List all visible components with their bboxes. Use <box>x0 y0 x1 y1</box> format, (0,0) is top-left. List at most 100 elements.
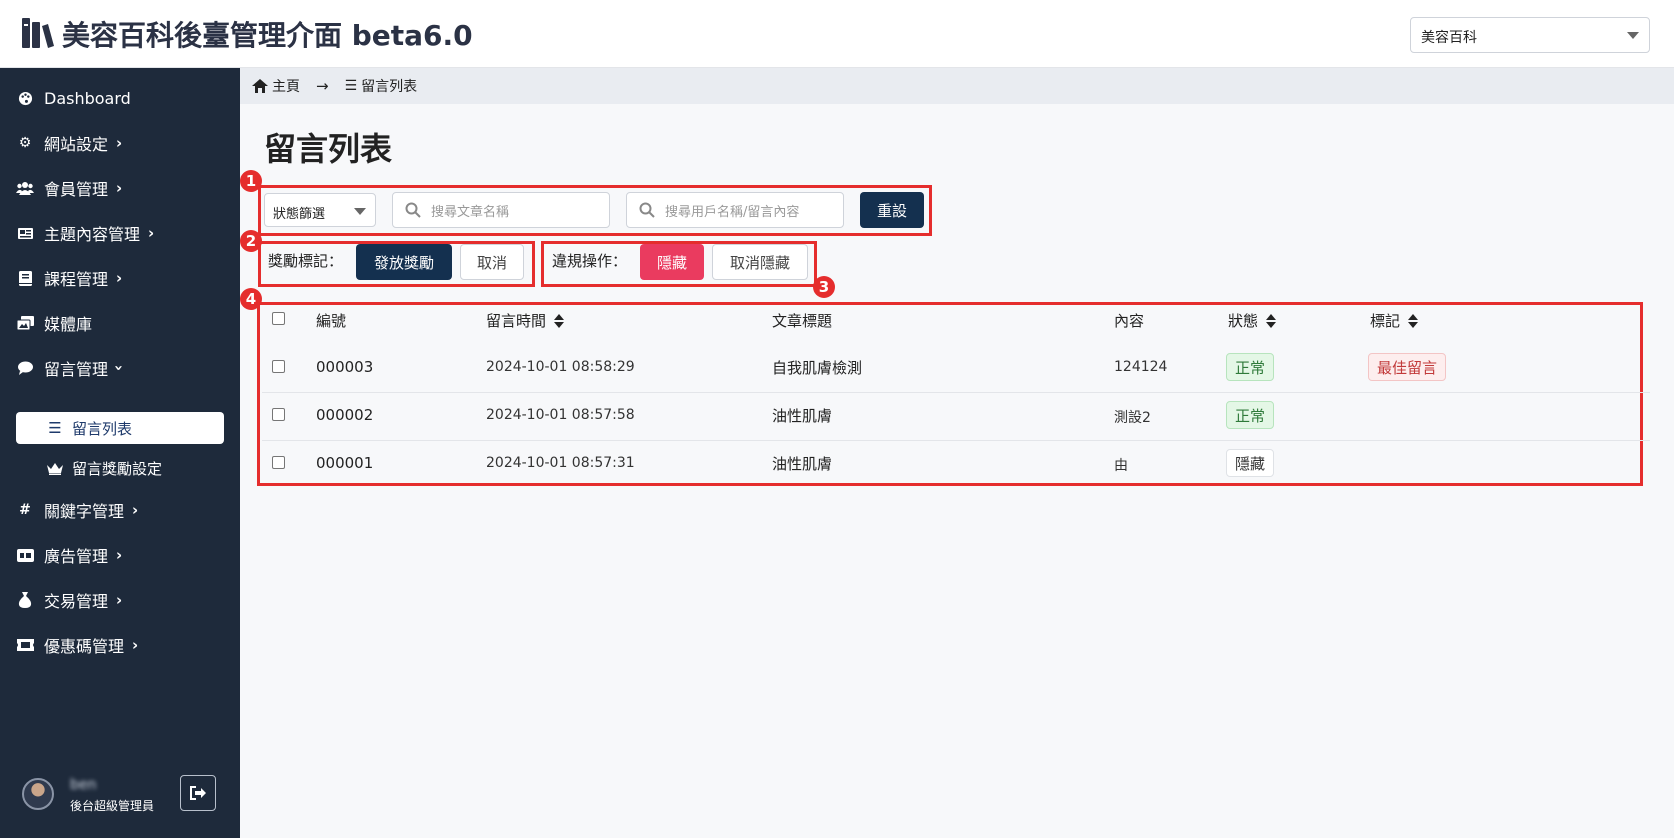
sidebar-item-label: 網站設定 <box>44 135 109 154</box>
sidebar-item-coupons[interactable]: 優惠碼管理 › <box>0 627 240 663</box>
column-header-mark[interactable]: 標記 <box>1370 310 1419 331</box>
annotation-badge: 3 <box>813 276 835 298</box>
search-icon <box>405 202 421 218</box>
sidebar-item-site-settings[interactable]: ⚙ 網站設定 › <box>0 125 240 161</box>
cell-content: 124124 <box>1114 359 1168 375</box>
comment-icon <box>16 359 34 377</box>
row-divider <box>262 440 1650 441</box>
chevron-right-icon: › <box>116 134 123 152</box>
give-reward-button[interactable]: 發放獎勵 <box>356 244 452 280</box>
arrow-right-icon: → <box>316 77 329 95</box>
hashtag-icon: # <box>19 502 31 518</box>
hide-button[interactable]: 隱藏 <box>640 244 704 280</box>
sidebar-item-keywords[interactable]: # 關鍵字管理 › <box>0 492 240 528</box>
row-checkbox[interactable] <box>272 456 285 469</box>
cell-article[interactable]: 自我肌膚檢測 <box>772 357 862 378</box>
row-checkbox[interactable] <box>272 360 285 373</box>
page-title: 留言列表 <box>264 130 393 168</box>
top-header: 美容百科後臺管理介面 beta6.0 美容百科 <box>0 0 1674 68</box>
column-header-time[interactable]: 留言時間 <box>486 310 565 331</box>
cancel-reward-button[interactable]: 取消 <box>460 244 524 280</box>
cell-content: 測設2 <box>1114 410 1151 426</box>
sidebar-item-label: 會員管理 <box>44 180 109 199</box>
breadcrumb-home[interactable]: 主頁 <box>272 76 300 96</box>
sidebar-item-label: 廣告管理 <box>44 547 109 566</box>
sidebar-item-label: 媒體庫 <box>44 315 93 334</box>
column-header-status[interactable]: 狀態 <box>1228 310 1277 331</box>
sidebar-item-label: 優惠碼管理 <box>44 637 125 656</box>
sort-icon[interactable] <box>1266 313 1277 329</box>
annotation-box-table <box>257 302 1643 486</box>
chevron-right-icon: › <box>132 501 139 519</box>
user-panel: ben 後台超級管理員 <box>22 773 222 819</box>
cell-time: 2024-10-01 08:57:58 <box>486 407 635 423</box>
logo-icon <box>22 18 54 48</box>
annotation-badge: 1 <box>240 170 262 192</box>
violation-label: 違規操作： <box>552 252 628 270</box>
user-search-input[interactable]: 搜尋用戶名稱/留言內容 <box>626 192 844 228</box>
logout-button[interactable] <box>180 775 216 811</box>
article-search-input[interactable]: 搜尋文章名稱 <box>392 192 610 228</box>
avatar <box>22 778 54 810</box>
sidebar-subitem-comment-list[interactable]: ☰ 留言列表 <box>16 412 224 444</box>
sidebar-item-media[interactable]: 媒體庫 <box>0 305 240 341</box>
sort-icon[interactable] <box>554 313 565 329</box>
money-bag-icon <box>16 591 34 609</box>
status-filter-select[interactable]: 狀態篩選 <box>264 193 376 227</box>
column-header-label: 狀態 <box>1228 312 1259 330</box>
mark-badge: 最佳留言 <box>1368 353 1447 381</box>
cell-id: 000003 <box>316 358 374 376</box>
sidebar-item-label: 交易管理 <box>44 592 109 611</box>
unhide-button[interactable]: 取消隱藏 <box>712 244 808 280</box>
gear-icon: ⚙ <box>18 135 32 151</box>
chevron-right-icon: › <box>116 179 123 197</box>
select-all-checkbox[interactable] <box>272 312 285 325</box>
app-title: 美容百科後臺管理介面 beta6.0 <box>62 19 473 52</box>
chevron-right-icon: › <box>132 636 139 654</box>
sidebar-item-members[interactable]: 會員管理 › <box>0 170 240 206</box>
site-select[interactable]: 美容百科 <box>1410 17 1650 53</box>
row-checkbox[interactable] <box>272 408 285 421</box>
article-search-placeholder: 搜尋文章名稱 <box>431 204 510 220</box>
column-header-label: 文章標題 <box>772 312 833 330</box>
annotation-badge: 2 <box>240 230 262 252</box>
palette-icon <box>16 89 34 107</box>
chevron-right-icon: › <box>116 546 123 564</box>
column-header-id: 編號 <box>316 310 346 331</box>
status-badge: 正常 <box>1226 353 1275 381</box>
sign-out-icon <box>190 786 206 800</box>
cell-id: 000002 <box>316 406 374 424</box>
sidebar-subitem-label: 留言獎勵設定 <box>72 459 163 478</box>
sidebar-item-dashboard[interactable]: Dashboard <box>0 80 240 116</box>
sidebar-item-content[interactable]: 主題內容管理 › <box>0 215 240 251</box>
sidebar-item-comments[interactable]: 留言管理 › <box>0 350 240 386</box>
sidebar-item-ads[interactable]: 廣告管理 › <box>0 537 240 573</box>
column-header-article: 文章標題 <box>772 310 832 331</box>
chevron-down-icon <box>1627 32 1639 39</box>
newspaper-icon <box>16 224 34 242</box>
sidebar: Dashboard ⚙ 網站設定 › 會員管理 › 主題內容管理 › 課程管理 … <box>0 68 240 838</box>
sidebar-item-label: Dashboard <box>44 88 131 108</box>
site-select-value: 美容百科 <box>1421 30 1477 46</box>
sidebar-item-label: 主題內容管理 <box>44 225 141 244</box>
book-icon <box>16 269 34 287</box>
column-header-label: 留言時間 <box>486 312 547 330</box>
chevron-right-icon: › <box>116 591 123 609</box>
sidebar-item-courses[interactable]: 課程管理 › <box>0 260 240 296</box>
sidebar-item-label: 課程管理 <box>44 270 109 289</box>
user-role: 後台超級管理員 <box>70 799 155 813</box>
sort-icon[interactable] <box>1408 313 1419 329</box>
crown-icon <box>46 462 64 475</box>
ticket-icon <box>16 636 34 654</box>
cell-content: 由 <box>1114 458 1128 474</box>
sidebar-subitem-comment-rewards[interactable]: 留言獎勵設定 <box>16 452 224 484</box>
cell-article[interactable]: 油性肌膚 <box>772 453 832 474</box>
sidebar-item-transactions[interactable]: 交易管理 › <box>0 582 240 618</box>
breadcrumb: 主頁 → ☰ 留言列表 <box>240 68 1674 104</box>
images-icon <box>16 314 34 332</box>
cell-article[interactable]: 油性肌膚 <box>772 405 832 426</box>
reset-button[interactable]: 重設 <box>860 192 924 228</box>
list-icon: ☰ <box>48 419 62 437</box>
column-header-content: 內容 <box>1114 310 1144 331</box>
cell-id: 000001 <box>316 454 374 472</box>
